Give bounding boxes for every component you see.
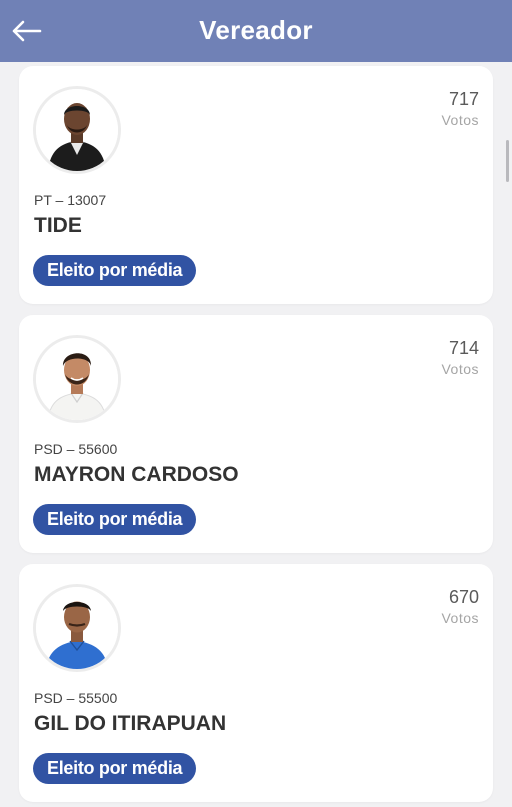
page-title: Vereador — [199, 15, 313, 45]
candidate-photo — [33, 335, 121, 423]
candidate-photo — [33, 584, 121, 672]
votes-number: 717 — [448, 89, 479, 109]
votes-label: Votos — [441, 112, 479, 128]
app-header: Vereador — [0, 0, 512, 62]
votes-number: 714 — [448, 338, 479, 358]
votes-number: 670 — [448, 587, 479, 607]
candidate-card[interactable]: 714 Votos PSD – 55600 MAYRON CARDOSO Ele… — [19, 315, 493, 553]
status-badge: Eleito por média — [33, 753, 197, 784]
party-number: PSD – 55500 — [34, 690, 118, 706]
candidate-name: GIL DO ITIRAPUAN — [34, 712, 227, 735]
candidate-name: MAYRON CARDOSO — [34, 463, 239, 486]
candidate-photo — [33, 86, 121, 174]
vote-count: 714 Votos — [441, 337, 479, 378]
candidate-name: TIDE — [34, 214, 82, 237]
candidate-card[interactable]: 717 Votos PT – 13007 TIDE Eleito por méd… — [19, 66, 493, 304]
candidate-card[interactable]: 670 Votos PSD – 55500 GIL DO ITIRAPUAN E… — [19, 564, 493, 802]
scrollbar[interactable] — [506, 140, 509, 182]
status-badge: Eleito por média — [33, 255, 197, 286]
vote-count: 717 Votos — [441, 88, 479, 129]
votes-label: Votos — [441, 610, 479, 626]
status-badge: Eleito por média — [33, 504, 197, 535]
party-number: PSD – 55600 — [34, 441, 118, 457]
votes-label: Votos — [441, 361, 479, 377]
vote-count: 670 Votos — [441, 586, 479, 627]
party-number: PT – 13007 — [34, 192, 107, 208]
